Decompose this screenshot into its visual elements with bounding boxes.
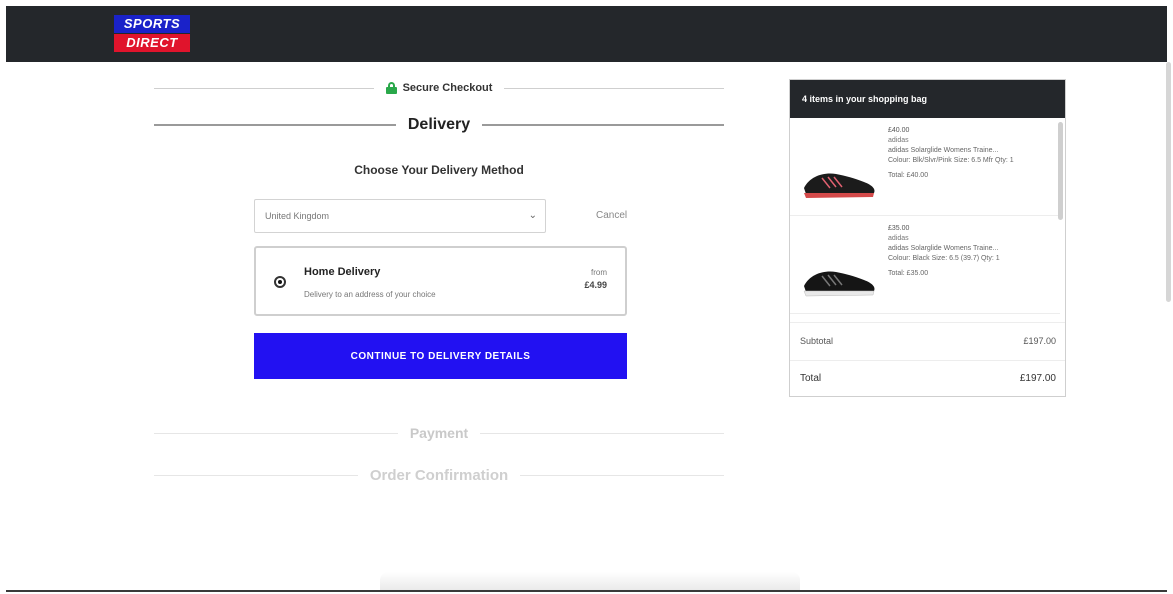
logo-line-2: DIRECT [114, 34, 190, 52]
radio-selected-icon[interactable] [274, 276, 286, 288]
item-details: Colour: Black Size: 6.5 (39.7) Qty: 1 [888, 255, 1000, 263]
divider-line [154, 475, 358, 476]
delivery-section-header: Delivery [154, 116, 725, 134]
bag-scrollbar[interactable] [1058, 122, 1063, 220]
bag-item-list[interactable]: £40.00 adidas adidas Solarglide Womens T… [790, 118, 1060, 318]
bag-item[interactable]: £40.00 adidas adidas Solarglide Womens T… [790, 118, 1060, 216]
shoe-thumbnail [804, 173, 875, 198]
shopping-bag-summary: 4 items in your shopping bag £40.00 adid… [789, 79, 1066, 397]
subtotal-row: Subtotal £197.00 [790, 322, 1065, 358]
item-total: Total: £35.00 [888, 269, 929, 277]
item-brand: adidas [888, 235, 909, 243]
lock-icon [385, 82, 397, 94]
delivery-price: £4.99 [584, 280, 607, 290]
total-value: £197.00 [1019, 373, 1056, 384]
bag-item[interactable]: £35.00 adidas adidas Solarglide Womens T… [790, 216, 1060, 314]
item-price: £40.00 [888, 127, 910, 134]
item-price: £35.00 [888, 225, 910, 232]
bottom-border [6, 590, 1167, 592]
secure-checkout-label: Secure Checkout [402, 82, 493, 94]
subtotal-label: Subtotal [800, 335, 834, 346]
sports-direct-logo[interactable]: SPORTS DIRECT [114, 15, 190, 53]
site-header: SPORTS DIRECT [6, 6, 1167, 62]
payment-heading: Payment [409, 425, 469, 441]
divider-line [154, 87, 374, 89]
total-label: Total [800, 373, 822, 384]
item-brand: adidas [888, 137, 909, 145]
country-select[interactable]: United Kingdom ⌄ [254, 199, 546, 233]
total-row: Total £197.00 [790, 360, 1065, 396]
divider-line [504, 87, 724, 89]
shoe-thumbnail [803, 271, 875, 297]
delivery-option-title: Home Delivery [304, 266, 381, 278]
payment-section-header: Payment [154, 425, 725, 441]
logo-line-1: SPORTS [114, 15, 190, 33]
bottom-shadow [380, 572, 800, 590]
divider-line [154, 124, 396, 126]
secure-checkout-banner: Secure Checkout [154, 82, 724, 94]
cancel-link[interactable]: Cancel [596, 210, 627, 221]
item-details: Colour: Blk/Slvr/Pink Size: 6.5 Mfr Qty:… [888, 157, 1014, 165]
delivery-heading: Delivery [407, 116, 471, 133]
subtotal-value: £197.00 [1023, 335, 1056, 346]
order-confirmation-section-header: Order Confirmation [154, 467, 724, 484]
chevron-down-icon: ⌄ [528, 210, 537, 221]
delivery-method-title: Choose Your Delivery Method [354, 163, 524, 177]
page-scrollbar[interactable] [1166, 62, 1171, 302]
delivery-option-subtitle: Delivery to an address of your choice [304, 290, 436, 299]
continue-to-delivery-details-button[interactable]: CONTINUE TO DELIVERY DETAILS [254, 333, 627, 379]
home-delivery-option[interactable]: Home Delivery Delivery to an address of … [254, 246, 627, 316]
item-name[interactable]: adidas Solarglide Womens Traine... [888, 244, 1052, 254]
bag-header: 4 items in your shopping bag [790, 80, 1065, 118]
divider-line [480, 432, 725, 434]
delivery-price-from-label: from [591, 268, 607, 277]
page: SPORTS DIRECT Secure Checkout Delivery C… [0, 0, 1173, 594]
divider-line [520, 475, 724, 476]
item-total: Total: £40.00 [888, 171, 929, 179]
country-select-value: United Kingdom [265, 211, 330, 221]
divider-line [154, 432, 398, 434]
divider-line [482, 124, 725, 126]
order-confirmation-heading: Order Confirmation [369, 467, 509, 484]
item-name[interactable]: adidas Solarglide Womens Traine... [888, 146, 1052, 156]
